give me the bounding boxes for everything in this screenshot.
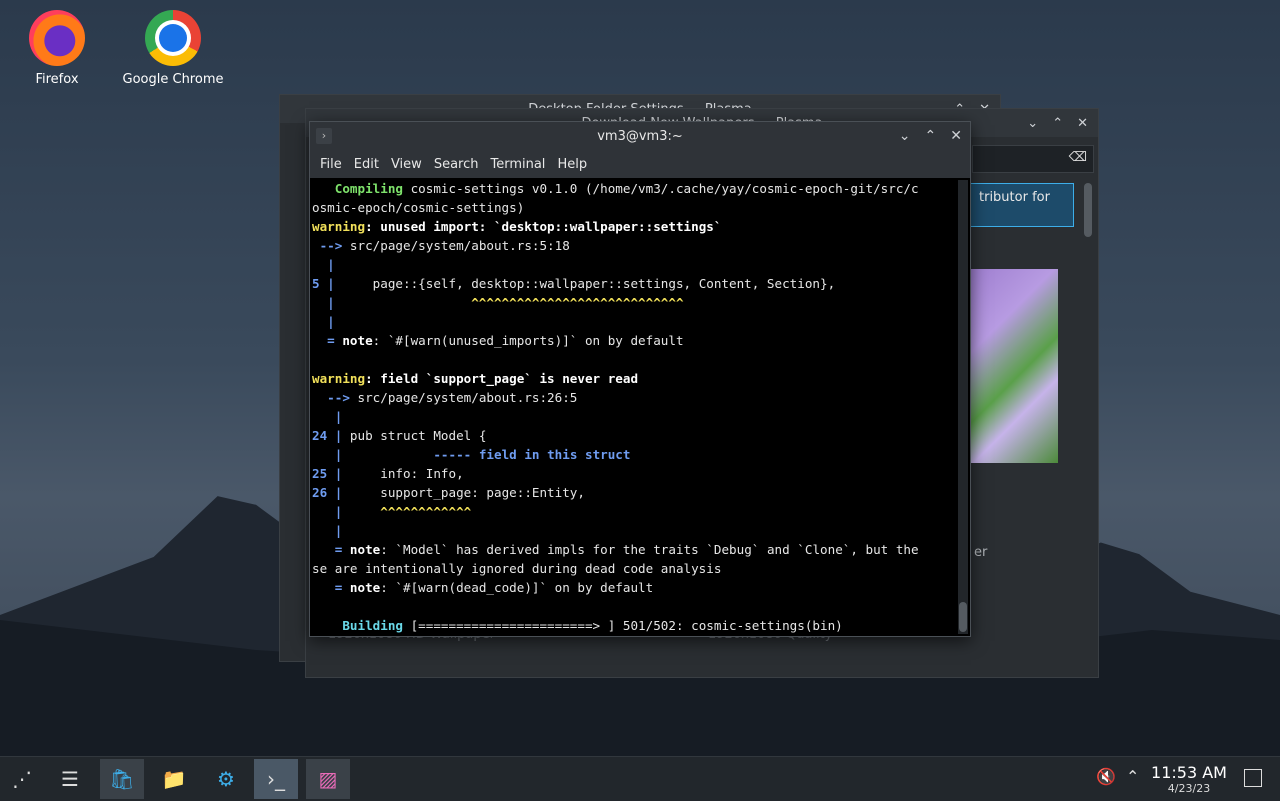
terminal-line: 25 | info: Info, <box>312 466 464 481</box>
clock[interactable]: 11:53 AM 4/23/23 <box>1150 763 1228 795</box>
volume-muted-icon[interactable]: 🔇 <box>1096 767 1116 786</box>
chevron-up-icon[interactable]: ⌃ <box>1126 767 1139 786</box>
terminal-line: 5 | page::{self, desktop::wallpaper::set… <box>312 276 836 291</box>
desktop-icon-label: Firefox <box>35 72 79 87</box>
menu-help[interactable]: Help <box>551 157 593 172</box>
menu-view[interactable]: View <box>385 157 428 172</box>
terminal-line: = note: `#[warn(unused_imports)]` on by … <box>312 333 684 348</box>
search-input[interactable]: ⌫ <box>972 145 1094 173</box>
taskbar-terminal-button[interactable]: ›_ <box>254 759 298 799</box>
taskbar-system-settings-button[interactable]: ⚙ <box>204 759 248 799</box>
terminal-line: | <box>312 409 343 424</box>
clock-time: 11:53 AM <box>1151 763 1227 782</box>
wallpaper-thumbnail[interactable] <box>970 269 1058 463</box>
show-desktop-icon[interactable] <box>1244 769 1262 787</box>
terminal-line: warning: unused import: `desktop::wallpa… <box>312 219 722 234</box>
terminal-scrollbar[interactable] <box>958 180 968 634</box>
desktop-icon-chrome[interactable]: Google Chrome <box>118 2 228 87</box>
close-icon[interactable]: ✕ <box>1077 116 1088 131</box>
terminal-icon: ›_ <box>267 767 285 791</box>
maximize-icon[interactable]: ⌃ <box>1052 116 1063 131</box>
minimize-icon[interactable]: ⌄ <box>1027 116 1038 131</box>
terminal-line: ​ <box>312 350 954 369</box>
taskbar-files-button[interactable]: 📁 <box>152 759 196 799</box>
terminal-line: 24 | pub struct Model { <box>312 428 487 443</box>
minimize-icon[interactable]: ⌄ <box>899 128 911 144</box>
terminal-line: 26 | support_page: page::Entity, <box>312 485 585 500</box>
taskbar-settings-button[interactable]: ☰ <box>48 759 92 799</box>
terminal-line: Building [=======================> ] 501… <box>312 618 843 633</box>
terminal-output[interactable]: Compiling cosmic-settings v0.1.0 (/home/… <box>310 179 954 636</box>
gear-icon: ⚙ <box>217 767 235 791</box>
taskbar-plasma-button[interactable]: ▨ <box>306 759 350 799</box>
app-launcher-button[interactable]: ⋰ <box>0 759 44 799</box>
terminal-window[interactable]: › vm3@vm3:~ ⌄ ⌃ ✕ File Edit View Search … <box>309 121 971 637</box>
taskbar: ⋰ ☰ 🛍 📁 ⚙ ›_ ▨ 🔇 ⌃ 11:53 AM 4/23/23 <box>0 756 1280 801</box>
terminal-line: | <box>312 523 343 538</box>
terminal-line: | ^^^^^^^^^^^^^^^^^^^^^^^^^^^^ <box>312 295 684 310</box>
taskbar-discover-button[interactable]: 🛍 <box>100 759 144 799</box>
terminal-line: warning: field `support_page` is never r… <box>312 371 639 386</box>
scrollbar-thumb[interactable] <box>959 602 967 632</box>
clear-icon[interactable]: ⌫ <box>1069 150 1087 165</box>
window-titlebar[interactable]: › vm3@vm3:~ ⌄ ⌃ ✕ <box>310 122 970 150</box>
terminal-line: Compiling cosmic-settings v0.1.0 (/home/… <box>312 181 919 196</box>
terminal-line: --> src/page/system/about.rs:5:18 <box>312 238 570 253</box>
terminal-line: | ----- field in this struct <box>312 447 631 462</box>
firefox-icon <box>29 10 85 66</box>
terminal-line: --> src/page/system/about.rs:26:5 <box>312 390 578 405</box>
terminal-line: osmic-epoch/cosmic-settings) <box>312 200 525 215</box>
menu-terminal[interactable]: Terminal <box>484 157 551 172</box>
terminal-line: = note: `#[warn(dead_code)]` on by defau… <box>312 580 654 595</box>
window-title: vm3@vm3:~ <box>597 128 683 144</box>
terminal-line: | <box>312 257 335 272</box>
terminal-line: se are intentionally ignored during dead… <box>312 561 722 576</box>
terminal-line: | <box>312 314 335 329</box>
menu-edit[interactable]: Edit <box>348 157 385 172</box>
close-icon[interactable]: ✕ <box>950 128 962 144</box>
folder-icon: 📁 <box>161 767 187 791</box>
sliders-icon: ☰ <box>61 767 79 791</box>
desktop-icon-label: Google Chrome <box>122 72 224 87</box>
menu-search[interactable]: Search <box>428 157 485 172</box>
chrome-icon <box>145 10 201 66</box>
desktop-icon-firefox[interactable]: Firefox <box>2 2 112 87</box>
terminal-app-icon[interactable]: › <box>316 128 332 144</box>
store-bag-icon: 🛍 <box>109 767 135 791</box>
terminal-line: | ^^^^^^^^^^^^ <box>312 504 472 519</box>
terminal-line: = note: `Model` has derived impls for th… <box>312 542 919 557</box>
info-banner: tributor for <box>970 183 1074 227</box>
banner-text: tributor for <box>979 190 1050 205</box>
scrollbar[interactable] <box>1084 183 1092 237</box>
wallpaper-icon: ▨ <box>318 767 338 791</box>
launcher-icon: ⋰ <box>12 767 32 791</box>
menu-file[interactable]: File <box>314 157 348 172</box>
thumbnail-caption: er <box>974 545 988 560</box>
menu-bar: File Edit View Search Terminal Help <box>310 150 970 178</box>
maximize-icon[interactable]: ⌃ <box>925 128 937 144</box>
clock-date: 4/23/23 <box>1167 782 1211 795</box>
terminal-line: ​ <box>312 597 954 616</box>
